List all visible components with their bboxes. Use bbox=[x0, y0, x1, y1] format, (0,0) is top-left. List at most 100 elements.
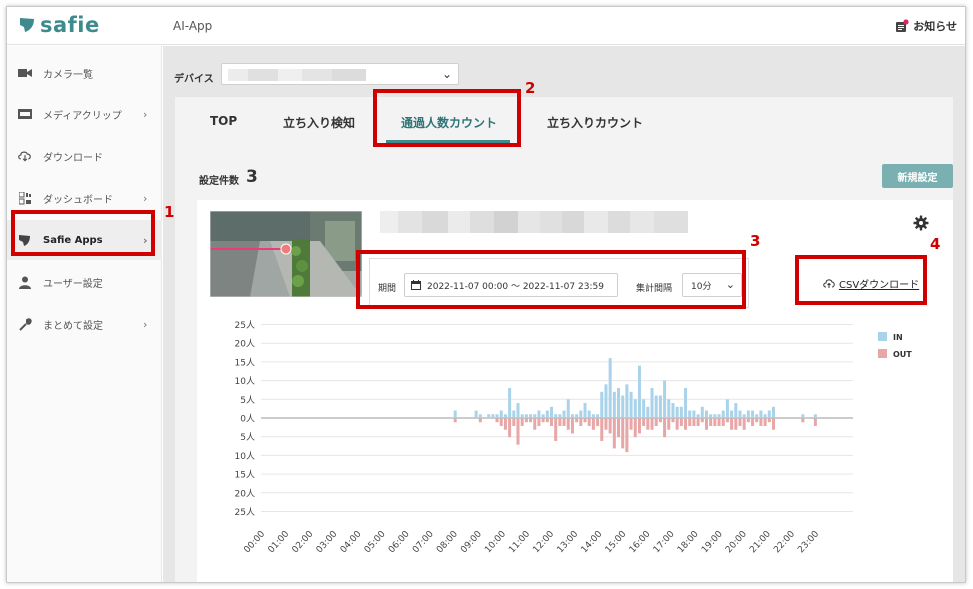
bar-out bbox=[545, 418, 549, 423]
sidebar-item-label: メディアクリップ bbox=[43, 110, 122, 122]
camera-thumbnail[interactable] bbox=[210, 211, 362, 297]
bar-in bbox=[688, 410, 692, 418]
bar-in bbox=[801, 414, 805, 418]
bar-in bbox=[646, 406, 650, 418]
gear-icon[interactable] bbox=[913, 215, 929, 235]
bar-out bbox=[801, 418, 805, 423]
bar-out bbox=[625, 418, 629, 453]
bar-in bbox=[612, 391, 616, 418]
camera-snapshot-image bbox=[210, 211, 362, 297]
bar-out bbox=[675, 418, 679, 430]
bar-in bbox=[759, 410, 763, 418]
bar-out bbox=[725, 418, 729, 423]
blurred-device-name bbox=[302, 69, 332, 81]
bar-in bbox=[751, 410, 755, 418]
bar-out bbox=[650, 418, 654, 430]
bar-out bbox=[579, 418, 583, 426]
bar-out bbox=[621, 418, 625, 449]
sidebar-item-media-clip[interactable]: メディアクリップ › bbox=[7, 94, 162, 134]
sidebar-item-bulk-settings[interactable]: まとめて設定 › bbox=[7, 304, 162, 344]
bar-out bbox=[591, 418, 595, 430]
sidebar-item-cameras[interactable]: カメラ一覧 bbox=[7, 53, 162, 93]
annotation-box-4 bbox=[795, 255, 927, 305]
bar-in bbox=[642, 399, 646, 418]
bar-out bbox=[566, 418, 570, 430]
bar-out bbox=[671, 418, 675, 423]
bar-out bbox=[537, 418, 541, 426]
film-icon bbox=[18, 107, 32, 121]
y-tick-label: 5人 bbox=[240, 395, 255, 406]
y-tick-label: 25人 bbox=[235, 320, 255, 331]
sidebar-item-label: ダウンロード bbox=[43, 152, 103, 164]
bar-out bbox=[612, 418, 616, 449]
annotation-number-4: 4 bbox=[930, 235, 941, 253]
bar-in bbox=[621, 395, 625, 418]
bar-in bbox=[512, 410, 516, 418]
bar-out bbox=[771, 418, 776, 430]
bar-in bbox=[755, 414, 759, 418]
sidebar-item-label: カメラ一覧 bbox=[43, 69, 93, 81]
bar-out bbox=[562, 418, 566, 426]
bar-in bbox=[545, 410, 549, 418]
annotation-box-1 bbox=[11, 210, 155, 256]
notice-icon bbox=[896, 19, 909, 32]
bar-out bbox=[688, 418, 692, 426]
bar-in bbox=[721, 410, 725, 418]
bar-in bbox=[692, 410, 696, 418]
x-tick-label: 15:00 bbox=[604, 529, 629, 555]
bar-out bbox=[658, 418, 662, 423]
bar-in bbox=[554, 414, 558, 418]
bar-in bbox=[709, 414, 713, 418]
safie-logo[interactable]: safie bbox=[17, 13, 100, 37]
bar-out bbox=[742, 418, 746, 430]
notice-button[interactable]: お知らせ bbox=[895, 18, 957, 34]
app-title: AI-App bbox=[173, 19, 213, 33]
cloud-download-icon bbox=[18, 149, 32, 163]
y-tick-label: 20人 bbox=[235, 339, 255, 350]
bar-in bbox=[767, 410, 771, 418]
bar-out bbox=[508, 418, 512, 438]
bar-out bbox=[583, 418, 587, 423]
bar-out bbox=[709, 418, 713, 426]
chevron-right-icon: › bbox=[143, 191, 148, 205]
bar-out bbox=[679, 418, 683, 426]
bar-out bbox=[813, 418, 817, 426]
bar-in bbox=[550, 406, 554, 418]
bar-in bbox=[633, 399, 637, 418]
sidebar-item-label: まとめて設定 bbox=[43, 320, 103, 332]
x-tick-label: 21:00 bbox=[748, 529, 773, 555]
device-select[interactable]: ⌄ bbox=[221, 63, 459, 85]
bar-out bbox=[550, 418, 554, 426]
x-tick-label: 10:00 bbox=[483, 529, 508, 555]
settings-count-value: 3 bbox=[246, 167, 258, 187]
bar-out bbox=[738, 418, 742, 426]
dashboard-icon bbox=[18, 191, 32, 205]
bar-out bbox=[667, 418, 671, 430]
x-tick-label: 13:00 bbox=[556, 529, 581, 555]
bar-in bbox=[734, 403, 738, 418]
bar-in bbox=[453, 410, 457, 418]
sidebar-item-user-settings[interactable]: ユーザー設定 bbox=[7, 262, 162, 302]
x-tick-label: 23:00 bbox=[796, 529, 821, 555]
sidebar-item-download[interactable]: ダウンロード bbox=[7, 136, 162, 176]
y-tick-label: 5人 bbox=[240, 432, 255, 443]
bar-out bbox=[453, 418, 457, 423]
chevron-right-icon: › bbox=[143, 317, 148, 331]
x-tick-label: 06:00 bbox=[387, 529, 412, 555]
wrench-icon bbox=[18, 317, 32, 331]
tab-entry-count[interactable]: 立ち入りカウント bbox=[547, 114, 643, 131]
content-panel: TOP 立ち入り検知 通過人数カウント 立ち入りカウント 設定件数 3 新規設定 bbox=[175, 97, 953, 582]
bar-out bbox=[751, 418, 755, 426]
sidebar: カメラ一覧 メディアクリップ › ダウンロード ダッシュボード › Safie … bbox=[7, 46, 162, 582]
bar-in bbox=[704, 410, 708, 418]
bar-in bbox=[813, 414, 817, 418]
tab-intrusion-detection[interactable]: 立ち入り検知 bbox=[283, 114, 355, 131]
bar-out bbox=[637, 418, 641, 434]
x-tick-label: 17:00 bbox=[652, 529, 677, 555]
bar-in bbox=[617, 388, 621, 418]
bar-out bbox=[617, 418, 621, 438]
tab-top[interactable]: TOP bbox=[210, 114, 237, 128]
new-setting-button[interactable]: 新規設定 bbox=[882, 164, 953, 188]
x-tick-label: 22:00 bbox=[772, 529, 797, 555]
blurred-setting-title bbox=[380, 211, 688, 233]
